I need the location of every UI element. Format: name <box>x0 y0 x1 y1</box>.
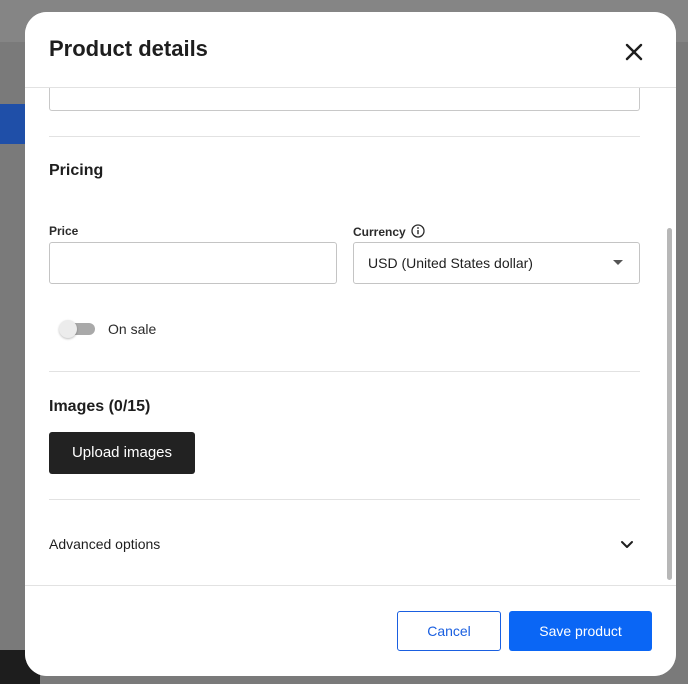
modal-header: Product details <box>25 12 676 88</box>
on-sale-toggle[interactable] <box>59 320 97 338</box>
modal-body[interactable]: Pricing Price Currency USD (United State… <box>25 88 676 585</box>
section-divider <box>49 499 640 500</box>
caret-down-icon <box>613 260 623 265</box>
close-button[interactable] <box>621 39 647 65</box>
section-divider <box>49 371 640 372</box>
price-input[interactable] <box>49 242 337 284</box>
background-accent <box>0 104 26 144</box>
currency-select-value: USD (United States dollar) <box>368 255 533 271</box>
advanced-options-label: Advanced options <box>49 536 161 552</box>
currency-select[interactable]: USD (United States dollar) <box>353 242 640 284</box>
toggle-knob <box>59 320 77 338</box>
close-icon <box>625 43 643 61</box>
advanced-options-toggle[interactable]: Advanced options <box>49 530 640 560</box>
price-label: Price <box>49 224 79 238</box>
modal-title: Product details <box>49 36 208 61</box>
product-details-modal: Product details Pricing Price Currency U… <box>25 12 676 676</box>
info-icon[interactable] <box>411 224 425 238</box>
modal-footer: Cancel Save product <box>25 585 676 676</box>
section-divider <box>49 136 640 137</box>
upload-images-button[interactable]: Upload images <box>49 432 195 474</box>
cancel-button[interactable]: Cancel <box>397 611 501 651</box>
on-sale-label: On sale <box>108 321 157 337</box>
currency-label: Currency <box>353 225 406 239</box>
images-section-title: Images (0/15) <box>49 398 151 415</box>
chevron-down-icon <box>621 541 633 548</box>
scrollbar-thumb[interactable] <box>667 228 672 580</box>
pricing-section-title: Pricing <box>49 162 104 179</box>
previous-input-field[interactable] <box>49 88 640 111</box>
save-product-button[interactable]: Save product <box>509 611 652 651</box>
